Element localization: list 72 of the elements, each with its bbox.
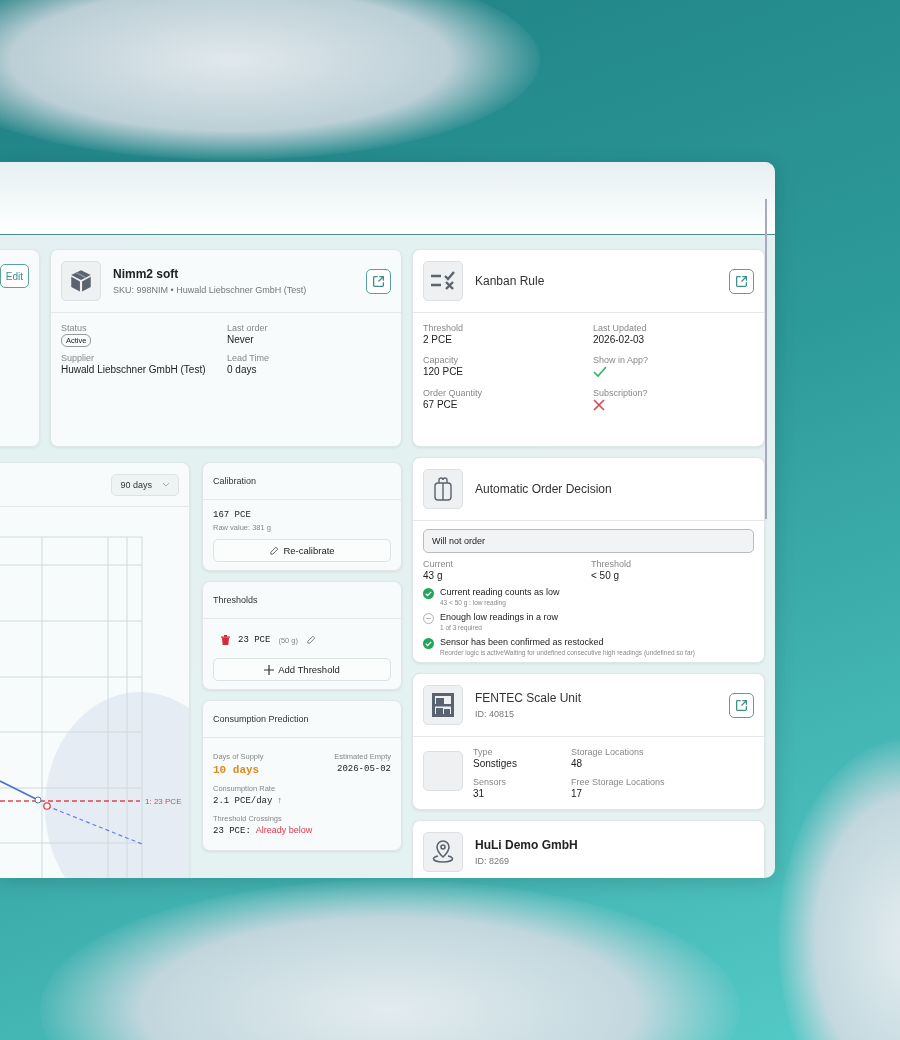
product-subtitle: SKU: 998NIM • Huwald Liebschner GmbH (Test)	[113, 285, 308, 295]
field-value: 31	[473, 788, 485, 799]
trash-icon[interactable]	[221, 635, 230, 645]
field-value: Never	[227, 334, 254, 345]
plus-icon	[264, 664, 275, 675]
add-threshold-button[interactable]: Add Threshold	[213, 658, 391, 681]
gift-icon	[423, 469, 463, 509]
field-label: Subscription?	[593, 388, 648, 398]
field-label: Status	[61, 323, 87, 333]
scrollbar[interactable]	[765, 199, 767, 519]
field-value: 43 g	[423, 570, 443, 581]
field-value: 2 PCE	[423, 334, 452, 345]
product-name: Nimm2 soft	[113, 267, 180, 281]
decision-status: Will not order	[423, 529, 754, 553]
chevron-down-icon	[162, 481, 170, 488]
field-value: 0 days	[227, 364, 257, 375]
device-id: ID: 40815	[475, 709, 516, 719]
pencil-icon[interactable]	[306, 635, 316, 645]
crossing-value: 23 PCE:	[213, 826, 251, 836]
external-link-icon[interactable]	[729, 692, 754, 718]
location-pin-icon	[423, 832, 463, 872]
shelf-icon	[423, 685, 463, 725]
card-title: Automatic Order Decision	[475, 482, 613, 496]
field-value: 120 PCE	[423, 366, 464, 377]
field-value: < 50 g	[591, 570, 620, 581]
field-label: Current	[423, 559, 453, 569]
field-label: Supplier	[61, 353, 95, 363]
card-title: Thresholds	[203, 582, 401, 619]
rule-list-icon	[423, 261, 463, 301]
estimated-empty-date: 2026-05-02	[337, 764, 391, 774]
location-id: ID: 8269	[475, 856, 511, 866]
days-of-supply: 10 days	[213, 764, 261, 776]
field-value: Huwald Liebschner GmbH (Test)	[61, 364, 206, 375]
consumption-rate: 2.1 PCE/day	[213, 796, 273, 806]
condition-title: Enough low readings in a row	[440, 612, 559, 622]
field-label: Capacity	[423, 355, 458, 365]
field-label: Threshold	[591, 559, 632, 569]
threshold-label: 1: 23 PCE	[145, 797, 182, 806]
field-label: Order Quantity	[423, 388, 483, 398]
box-icon	[61, 261, 101, 301]
external-link-icon[interactable]	[729, 268, 754, 294]
edit-button[interactable]: Edit	[0, 264, 29, 288]
field-label: Storage Locations	[571, 747, 644, 757]
card-title: FENTEC Scale Unit	[475, 691, 583, 705]
recalibrate-button[interactable]: Re-calibrate	[213, 539, 391, 562]
external-link-icon[interactable]	[366, 268, 391, 294]
field-label: Type	[473, 747, 493, 757]
crossing-status: Already below	[255, 825, 313, 835]
threshold-value: 23 PCE	[238, 635, 271, 645]
field-label: Lead Time	[227, 353, 270, 363]
pencil-icon	[269, 545, 280, 556]
field-label: Last Updated	[593, 323, 647, 333]
field-value: 48	[571, 758, 583, 769]
range-dropdown[interactable]: 90 days	[111, 473, 179, 496]
field-label: Last order	[227, 323, 268, 333]
condition-title: Current reading counts as low	[440, 587, 560, 597]
field-value: Sonstiges	[473, 758, 517, 769]
field-value: 67 PCE	[423, 399, 458, 410]
field-value: 2026-02-03	[593, 334, 645, 345]
field-label: Sensors	[473, 777, 507, 787]
field-label: Free Storage Locations	[571, 777, 665, 787]
card-title: Consumption Prediction	[203, 701, 401, 738]
field-value: 17	[571, 788, 583, 799]
field-label: Threshold	[423, 323, 464, 333]
calibration-value: 167 PCE	[213, 510, 251, 520]
image-placeholder	[423, 751, 463, 791]
field-label: Show in App?	[593, 355, 649, 365]
card-title: Calibration	[203, 463, 401, 500]
location-name: HuLi Demo GmbH	[475, 838, 579, 852]
trend-arrow: ↑	[277, 795, 282, 805]
card-title: Kanban Rule	[475, 274, 546, 288]
condition-title: Sensor has been confirmed as restocked	[440, 637, 605, 647]
